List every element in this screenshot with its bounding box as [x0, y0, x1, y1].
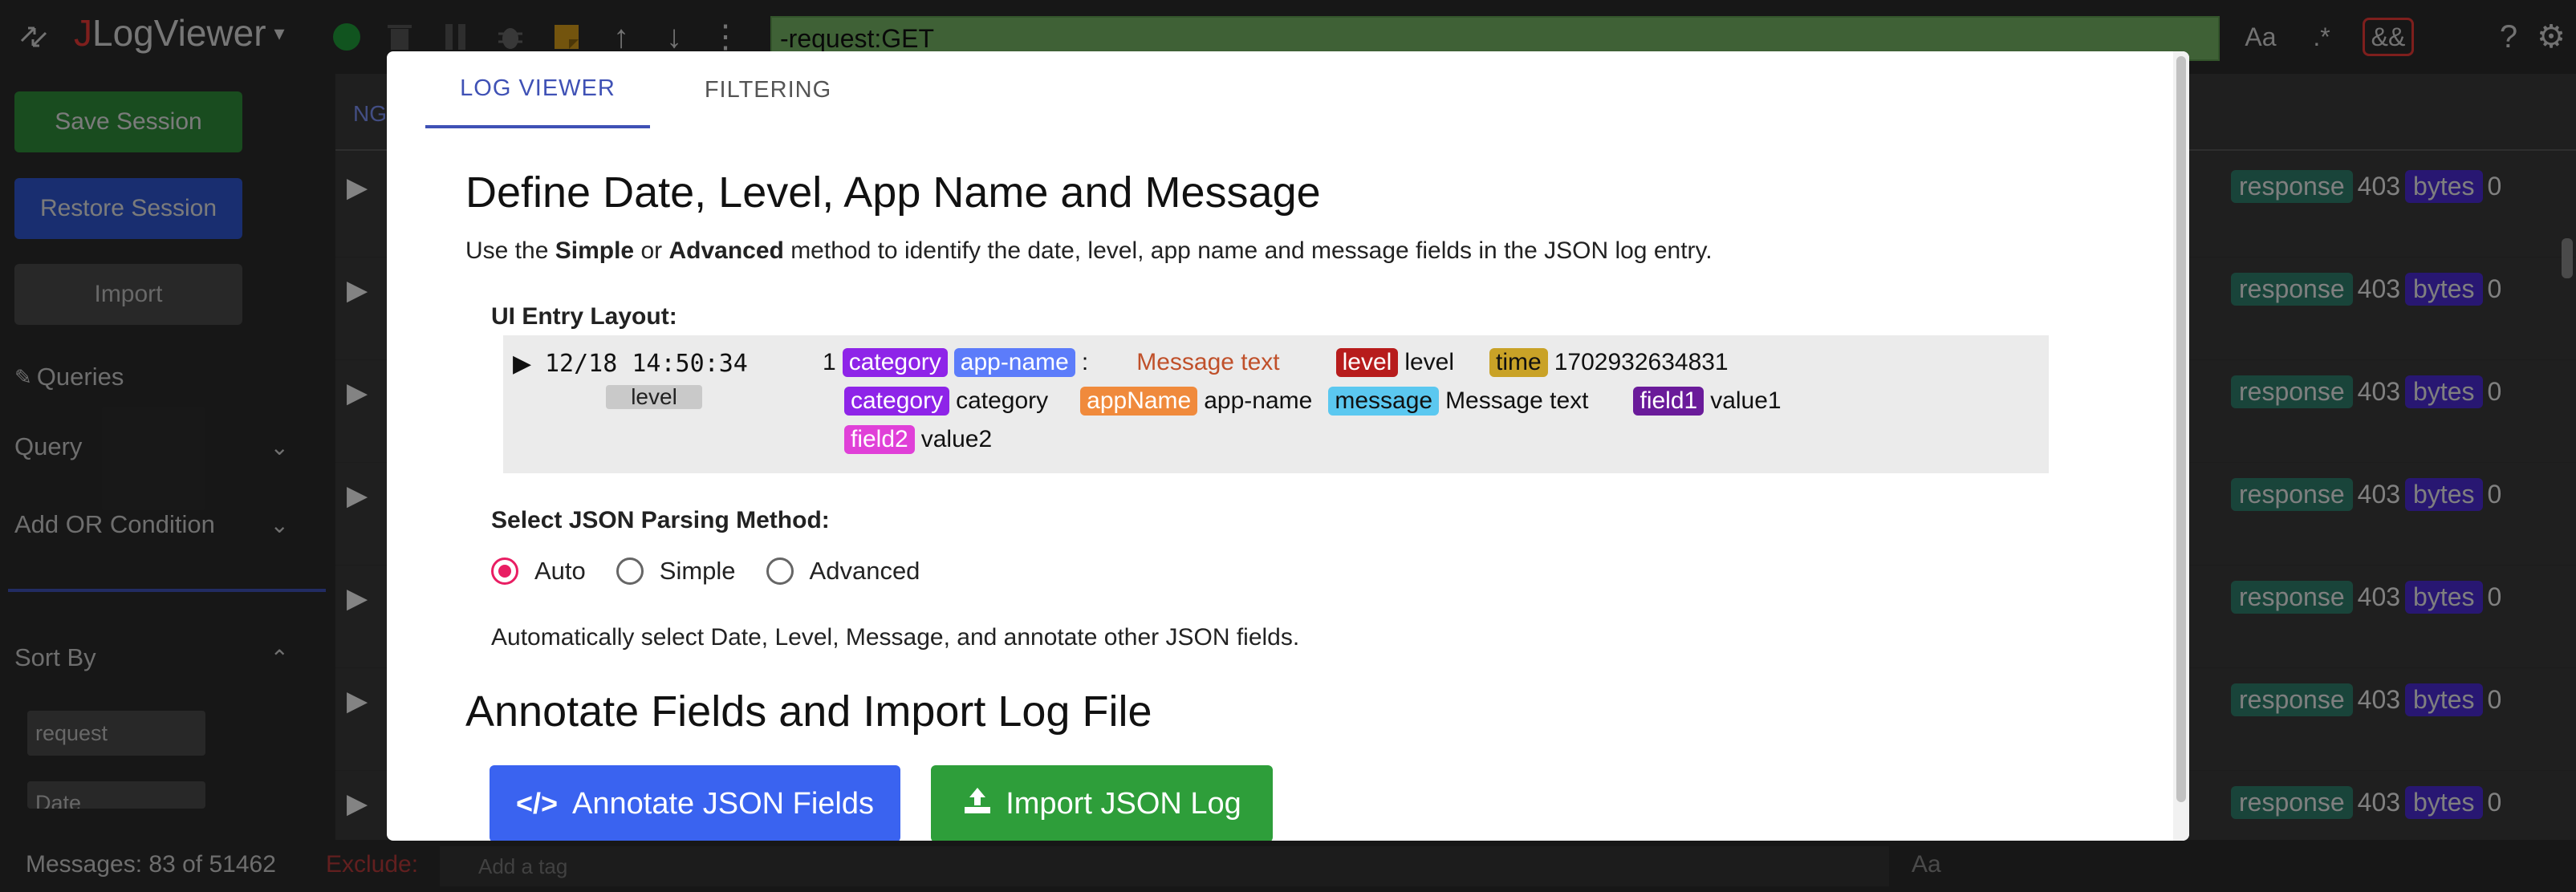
section-heading-annotate: Annotate Fields and Import Log File: [465, 687, 1152, 736]
desc-advanced: Advanced: [668, 237, 784, 264]
import-json-log-button[interactable]: Import JSON Log: [931, 765, 1273, 841]
time-badge: time: [1489, 348, 1548, 377]
desc-text: or: [634, 237, 669, 264]
radio-advanced[interactable]: [766, 558, 794, 585]
entry-count: 1: [823, 349, 836, 375]
entry-datetime: 12/18 14:50:34: [545, 350, 748, 378]
entry-line-2: category category appName app-name messa…: [844, 387, 1782, 416]
appname-field-value: app-name: [1204, 387, 1313, 414]
modal-scrollbar[interactable]: [2173, 51, 2189, 841]
entry-line-3: field2 value2: [844, 425, 992, 454]
tab-log-viewer[interactable]: LOG VIEWER: [425, 51, 650, 128]
desc-text: method to identify the date, level, app …: [783, 237, 1713, 264]
radio-simple-label[interactable]: Simple: [660, 557, 736, 586]
tab-filtering[interactable]: FILTERING: [652, 51, 884, 128]
field2-value: value2: [920, 426, 993, 452]
annotate-button-label: Annotate JSON Fields: [572, 786, 875, 821]
expand-caret-icon: ▶: [513, 351, 532, 377]
auto-method-description: Automatically select Date, Level, Messag…: [491, 624, 1300, 651]
radio-auto[interactable]: [491, 558, 518, 585]
entry-message: Message text: [1136, 349, 1280, 375]
desc-text: Use the: [465, 237, 555, 264]
category-field-value: category: [956, 387, 1049, 414]
modal-scrollbar-thumb[interactable]: [2176, 56, 2186, 802]
field2-badge: field2: [844, 425, 915, 454]
field1-badge: field1: [1633, 387, 1704, 416]
ui-entry-layout-label: UI Entry Layout:: [491, 303, 677, 330]
radio-auto-label[interactable]: Auto: [534, 557, 586, 586]
entry-line-1: 1 category app-name : Message text level…: [823, 348, 1729, 377]
time-value: 1702932634831: [1554, 349, 1729, 375]
sample-entry-preview: ▶ 12/18 14:50:34 level 1 category app-na…: [503, 335, 2049, 473]
entry-colon: :: [1081, 349, 1089, 375]
app-name-badge: app-name: [953, 348, 1075, 377]
field1-value: value1: [1710, 387, 1782, 414]
upload-icon: [962, 785, 993, 823]
define-description: Use the Simple or Advanced method to ide…: [465, 237, 1713, 265]
desc-simple: Simple: [555, 237, 635, 264]
import-button-label: Import JSON Log: [1006, 786, 1241, 821]
radio-simple[interactable]: [616, 558, 644, 585]
category-badge: category: [842, 348, 948, 377]
appname-field-badge: appName: [1080, 387, 1198, 416]
entry-level-chip: level: [606, 385, 702, 409]
radio-advanced-label[interactable]: Advanced: [810, 557, 920, 586]
parsing-method-label: Select JSON Parsing Method:: [491, 507, 830, 533]
code-icon: </>: [515, 787, 559, 820]
level-value: level: [1404, 349, 1455, 375]
section-heading-define: Define Date, Level, App Name and Message: [465, 168, 1321, 217]
annotate-json-fields-button[interactable]: </> Annotate JSON Fields: [490, 765, 900, 841]
level-badge: level: [1335, 348, 1399, 377]
message-field-badge: message: [1328, 387, 1440, 416]
category-field-badge: category: [844, 387, 950, 416]
parsing-method-group: Auto Simple Advanced: [491, 557, 920, 586]
settings-modal: LOG VIEWER FILTERING Define Date, Level,…: [387, 51, 2189, 841]
message-field-value: Message text: [1445, 387, 1589, 414]
